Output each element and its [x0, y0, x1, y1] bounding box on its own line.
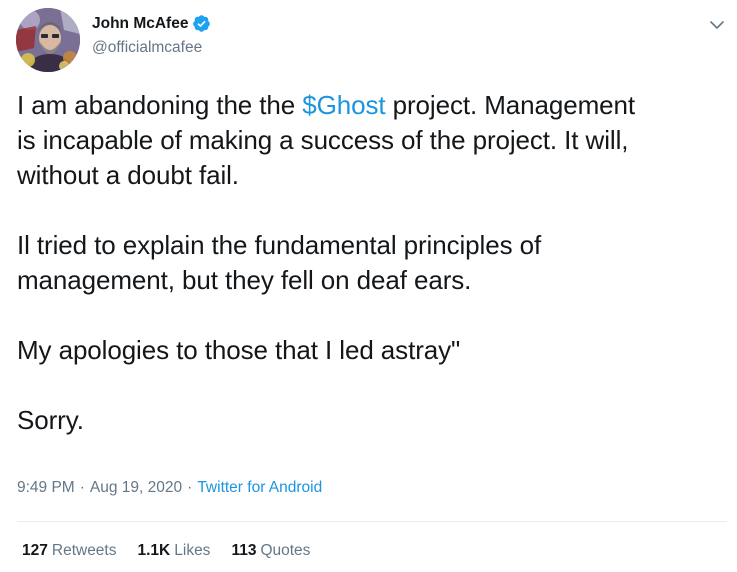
quotes-stat[interactable]: 113 Quotes: [231, 542, 310, 560]
tweet-meta: 9:49 PM · Aug 19, 2020 · Twitter for And…: [17, 479, 322, 497]
tweet-time[interactable]: 9:49 PM: [17, 479, 75, 497]
tweet-line: is incapable of making a success of the …: [17, 125, 629, 155]
tweet-line: I am abandoning the the $Ghost project. …: [17, 88, 727, 123]
tweet-text-segment: I am abandoning the the: [17, 90, 303, 120]
tweet-source-link[interactable]: Twitter for Android: [197, 479, 322, 497]
tweet-line: without a doubt fail.: [17, 160, 239, 190]
meta-separator: ·: [187, 479, 193, 496]
likes-label: Likes: [174, 542, 211, 559]
likes-stat[interactable]: 1.1K Likes: [138, 542, 211, 560]
tweet-text-segment: project. Management: [385, 90, 635, 120]
retweets-stat[interactable]: 127 Retweets: [22, 542, 117, 560]
tweet-line: Il tried to explain the fundamental prin…: [17, 230, 542, 260]
verified-badge-icon: [192, 14, 211, 33]
author-display-name[interactable]: John McAfee: [92, 15, 188, 33]
quotes-label: Quotes: [260, 542, 311, 559]
divider: [17, 521, 727, 522]
likes-count: 1.1K: [137, 542, 171, 559]
tweet-text: I am abandoning the the $Ghost project. …: [17, 88, 727, 438]
profile-avatar[interactable]: [16, 8, 80, 72]
tweet-date[interactable]: Aug 19, 2020: [90, 479, 182, 497]
author-handle[interactable]: @officialmcafee: [92, 39, 202, 57]
retweets-label: Retweets: [51, 542, 117, 559]
quotes-count: 113: [231, 542, 257, 559]
chevron-down-icon[interactable]: [706, 14, 728, 36]
tweet-line: My apologies to those that I led astray": [17, 335, 461, 365]
tweet-card: John McAfee @officialmcafee I am abandon…: [0, 0, 737, 572]
tweet-line: Sorry.: [17, 405, 84, 435]
avatar-image: [16, 8, 80, 72]
retweets-count: 127: [22, 542, 48, 559]
tweet-line: management, but they fell on deaf ears.: [17, 265, 472, 295]
meta-separator: ·: [79, 479, 85, 496]
engagement-stats: 127 Retweets 1.1K Likes 113 Quotes: [22, 542, 331, 560]
cashtag-link[interactable]: $Ghost: [302, 90, 385, 120]
author-name-row[interactable]: John McAfee: [92, 14, 211, 33]
